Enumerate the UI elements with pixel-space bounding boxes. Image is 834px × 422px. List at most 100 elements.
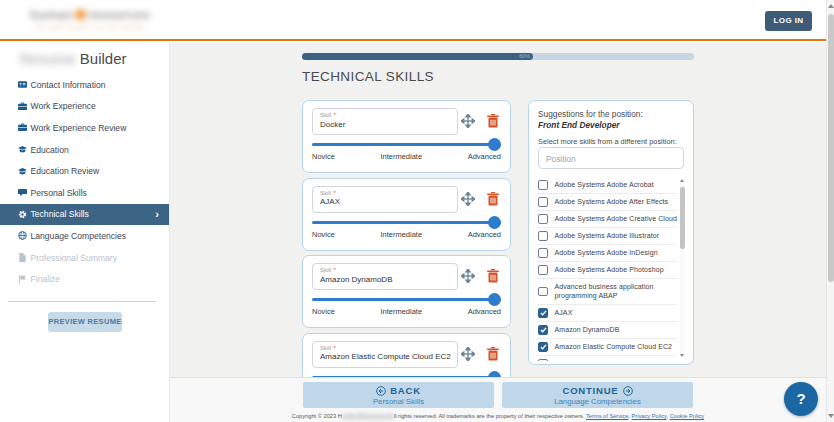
suggestion-option[interactable]: Adobe Systems Adobe After Effects xyxy=(537,194,677,211)
sidebar-item[interactable]: Language Competencies › xyxy=(0,225,169,247)
checkbox[interactable] xyxy=(538,342,548,352)
suggestion-option[interactable]: Advanced business application programmin… xyxy=(537,279,677,305)
move-icon[interactable] xyxy=(461,114,475,128)
skill-card: Skill* AJAX Novice Intermediate Advanced xyxy=(302,178,511,251)
page-scrollbar-thumb[interactable] xyxy=(828,14,834,282)
gear-icon xyxy=(18,210,27,219)
slider-track xyxy=(312,221,501,224)
skill-input[interactable]: Skill* Amazon DynamoDB xyxy=(312,263,458,290)
sidebar-item[interactable]: Professional Summary › xyxy=(0,247,169,269)
progress-bar-fill: 60% xyxy=(302,53,533,60)
back-button[interactable]: BACK Personal Skills xyxy=(303,382,494,408)
suggestion-option[interactable]: Amazon DynamoDB xyxy=(537,322,677,339)
checkbox[interactable] xyxy=(538,287,548,297)
skill-input[interactable]: Skill* Amazon Elastic Compute Cloud EC2 xyxy=(312,341,458,368)
sidebar-item[interactable]: Work Experience › xyxy=(0,96,169,118)
level-novice: Novice xyxy=(312,307,335,316)
sidebar-item[interactable]: Education › xyxy=(0,139,169,161)
sidebar-item[interactable]: Personal Skills › xyxy=(0,182,169,204)
briefcase-icon xyxy=(18,102,27,111)
chevron-right-icon: › xyxy=(155,208,159,220)
login-button[interactable]: LOG IN xyxy=(765,11,812,31)
slider-handle[interactable] xyxy=(488,293,501,306)
progress-percent: 60% xyxy=(519,53,530,60)
scroll-up-icon[interactable] xyxy=(680,179,684,182)
sidebar-item[interactable]: Technical Skills › xyxy=(0,204,169,226)
checkbox[interactable] xyxy=(538,325,548,335)
checkbox[interactable] xyxy=(538,308,548,318)
position-input[interactable]: Position xyxy=(538,147,684,169)
skill-card: Skill* Amazon DynamoDB Novice Intermedia… xyxy=(302,255,511,328)
move-icon[interactable] xyxy=(461,347,475,361)
skill-level-slider[interactable] xyxy=(312,293,501,306)
suggestion-option[interactable]: Adobe Systems Adobe Illustrator xyxy=(537,228,677,245)
skill-input[interactable]: Skill* Docker xyxy=(312,108,458,135)
sidebar: Resume Builder Contact Information › Wor… xyxy=(0,43,170,422)
sidebar-item[interactable]: Finalize › xyxy=(0,268,169,290)
delete-skill-icon[interactable] xyxy=(487,347,499,361)
document-icon xyxy=(18,253,27,262)
progress-bar: 60% xyxy=(302,53,694,60)
slider-handle[interactable] xyxy=(488,216,501,229)
checkbox[interactable] xyxy=(538,248,548,258)
checkbox[interactable] xyxy=(538,214,548,224)
graduation-cap-icon xyxy=(18,167,27,176)
suggestion-option[interactable]: Adobe Systems Adobe Acrobat xyxy=(537,177,677,194)
checkbox[interactable] xyxy=(538,180,548,190)
sidebar-item[interactable]: Contact Information › xyxy=(0,74,169,96)
move-icon[interactable] xyxy=(461,269,475,283)
slider-track xyxy=(312,298,501,301)
level-novice: Novice xyxy=(312,230,335,239)
page-title: TECHNICAL SKILLS xyxy=(302,69,434,84)
suggestion-list: Adobe Systems Adobe Acrobat Adobe System… xyxy=(537,177,685,361)
skill-input[interactable]: Skill* AJAX xyxy=(312,186,458,213)
continue-button[interactable]: CONTINUE Language Competencies xyxy=(502,382,693,408)
sidebar-item[interactable]: Education Review › xyxy=(0,160,169,182)
logo-dot-icon xyxy=(75,9,86,20)
checkbox[interactable] xyxy=(538,265,548,275)
flag-icon xyxy=(18,275,27,284)
preview-resume-button[interactable]: PREVIEW RESUME xyxy=(48,312,122,332)
chat-bubble-icon xyxy=(18,188,27,197)
globe-icon xyxy=(18,231,27,240)
skill-card: Skill* Docker Novice Intermediate Advanc… xyxy=(302,100,511,173)
suggestion-option[interactable]: Adobe Systems Adobe InDesign xyxy=(537,245,677,262)
main-content: 60% TECHNICAL SKILLS Skill* Docker xyxy=(170,43,826,422)
company-logo[interactable]: human resources the right people for the… xyxy=(30,7,150,30)
delete-skill-icon[interactable] xyxy=(487,269,499,283)
slider-handle[interactable] xyxy=(488,138,501,151)
suggestion-option[interactable]: Adobe Systems Adobe Creative Cloud xyxy=(537,211,677,228)
suggestion-option[interactable]: Amazon Elastic Compute Cloud EC2 xyxy=(537,339,677,356)
skill-level-slider[interactable] xyxy=(312,216,501,229)
scrollbar-down-icon[interactable] xyxy=(828,414,834,418)
delete-skill-icon[interactable] xyxy=(487,114,499,128)
cookie-link[interactable]: Cookie Policy xyxy=(670,413,704,419)
suggestion-option[interactable]: AJAX xyxy=(537,305,677,322)
list-scrollbar-thumb[interactable] xyxy=(680,187,685,249)
checkbox[interactable] xyxy=(538,231,548,241)
arrow-left-circle-icon xyxy=(376,386,386,396)
sidebar-divider xyxy=(8,301,156,302)
sidebar-item[interactable]: Work Experience Review › xyxy=(0,117,169,139)
scroll-down-icon[interactable] xyxy=(680,354,684,357)
skill-level-slider[interactable] xyxy=(312,138,501,151)
scrollbar-up-icon[interactable] xyxy=(828,4,834,8)
checkbox[interactable] xyxy=(538,359,548,361)
sidebar-title: Resume Builder xyxy=(20,50,127,67)
sidebar-nav: Contact Information › Work Experience › … xyxy=(0,74,169,290)
suggestions-panel: Suggestions for the position: Front End … xyxy=(528,100,694,365)
delete-skill-icon[interactable] xyxy=(487,192,499,206)
graduation-cap-icon xyxy=(18,145,27,154)
help-button[interactable]: ? xyxy=(784,382,818,416)
privacy-link[interactable]: Privacy Policy xyxy=(632,413,667,419)
terms-link[interactable]: Terms of Service xyxy=(586,413,628,419)
suggestion-option[interactable]: Adobe Systems Adobe Photoshop xyxy=(537,262,677,279)
level-advanced: Advanced xyxy=(468,230,501,239)
move-icon[interactable] xyxy=(461,192,475,206)
level-intermediate: Intermediate xyxy=(380,152,422,161)
suggestion-option[interactable] xyxy=(537,356,677,361)
checkbox[interactable] xyxy=(538,197,548,207)
page-scrollbar[interactable] xyxy=(826,0,834,422)
list-scrollbar[interactable] xyxy=(680,179,685,357)
top-header: human resources the right people for the… xyxy=(0,0,834,41)
